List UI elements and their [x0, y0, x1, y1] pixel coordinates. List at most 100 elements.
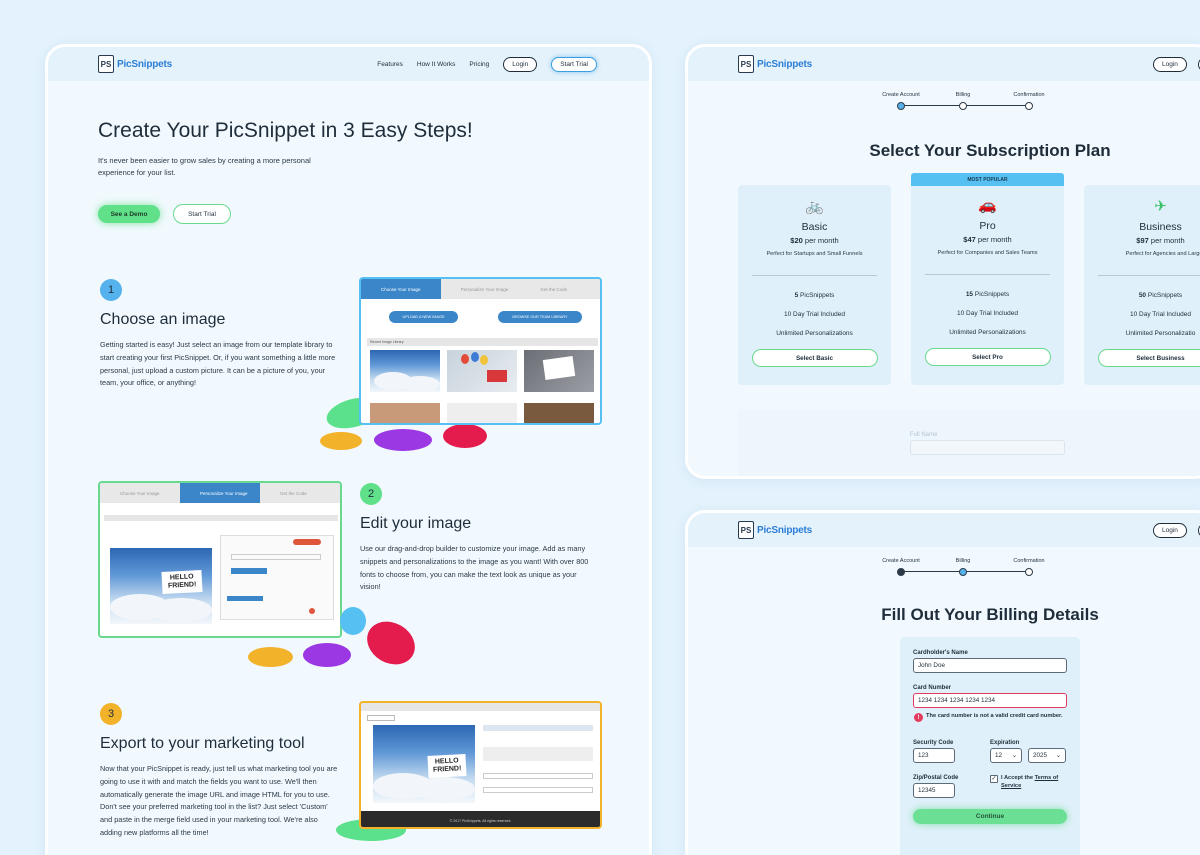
cardholder-input[interactable]: John Doe [913, 658, 1067, 673]
mock-thumb-balloons [447, 350, 517, 392]
select-basic-button[interactable]: Select Basic [751, 349, 878, 367]
screenshot-choose-image: Choose Your Image Personalize Your Image… [359, 277, 602, 425]
mock-browse-button: BROWSE OUR TEAM LIBRARY [498, 311, 582, 323]
select-business-button[interactable]: Select Business [1097, 349, 1200, 367]
login-button-2[interactable]: Login [1153, 57, 1187, 72]
step-label-account: Create Account [882, 558, 920, 564]
start-trial-button[interactable]: Start Trial [173, 204, 231, 224]
step-dot-billing [959, 568, 967, 576]
step-dot-account [897, 568, 905, 576]
security-code-input[interactable]: 123 [913, 748, 955, 763]
top-navbar-2: PS PicSnippets Login [688, 47, 1200, 81]
plan-trial: 10 Day Trial Included [1129, 311, 1192, 318]
logo-icon: PS [738, 55, 754, 73]
cardholder-label: Cardholder's Name [913, 650, 968, 656]
decor-blob-yellow-2 [248, 647, 293, 667]
progress-steps-billing: Create Account Billing Confirmation [882, 558, 1045, 576]
card-number-input[interactable]: 1234 1234 1234 1234 1234 [913, 693, 1067, 708]
security-code-label: Security Code [913, 740, 954, 746]
car-icon: 🚗 [978, 197, 997, 214]
mock-tab-personalize: Personalize Your Image [460, 286, 509, 292]
step-1-title: Choose an image [100, 311, 226, 328]
airplane-icon: ✈ [1154, 198, 1167, 215]
mock-thumb-4 [370, 403, 440, 423]
step-1-badge: 1 [100, 279, 122, 301]
mock-upload-button: UPLOAD A NEW IMAGE [389, 311, 458, 323]
mock3-canvas: HELLO FRIEND! [373, 725, 475, 803]
logo-3[interactable]: PS PicSnippets [738, 521, 812, 539]
logo[interactable]: PS PicSnippets [98, 55, 172, 73]
plan-personalizations: Unlimited Personalizatio [1125, 330, 1196, 337]
continue-button[interactable]: Continue [913, 809, 1067, 824]
step-label-billing: Billing [955, 92, 971, 98]
see-demo-button[interactable]: See a Demo [98, 205, 160, 223]
plan-price: $97 per month [1136, 236, 1185, 245]
terms-text: I Accept the Terms of Service [1001, 775, 1059, 789]
step-label-account: Create Account [882, 92, 920, 98]
full-name-input[interactable] [910, 440, 1065, 455]
plan-name: Pro [979, 220, 996, 232]
logo-icon: PS [98, 55, 114, 73]
hero-subtitle: It's never been easier to grow sales by … [98, 156, 311, 177]
card-error-message: The card number is not a valid credit ca… [926, 713, 1063, 719]
progress-steps: Create Account Billing Confirmation [882, 92, 1045, 110]
start-trial-nav-button[interactable]: Start Trial [551, 56, 597, 72]
step-3-badge: 3 [100, 703, 122, 725]
plan-snippets: 5 PicSnippets [794, 292, 835, 299]
top-navbar: PS PicSnippets Features How It Works Pri… [48, 47, 649, 81]
account-form-faded: Full Name [738, 410, 1200, 476]
nav-pricing[interactable]: Pricing [469, 61, 489, 68]
mock3-sign-text: HELLO FRIEND! [427, 754, 467, 778]
hero-title: Create Your PicSnippet in 3 Easy Steps! [98, 119, 473, 142]
mock3-footer: © 2017 PicSnippets. All rights reserved. [361, 811, 600, 827]
plan-name: Basic [801, 221, 828, 233]
subscription-title: Select Your Subscription Plan [869, 141, 1111, 160]
zip-input[interactable]: 12345 [913, 783, 955, 798]
step-dot-confirmation [1025, 568, 1033, 576]
login-button[interactable]: Login [503, 56, 538, 72]
logo-text: PicSnippets [757, 58, 813, 70]
step-2-badge: 2 [360, 483, 382, 505]
select-pro-button[interactable]: Select Pro [924, 348, 1051, 366]
mock2-sign-text: HELLO FRIEND! [161, 569, 203, 595]
step-label-confirmation: Confirmation [1013, 558, 1045, 564]
plan-price: $20 per month [790, 236, 839, 245]
logo-2[interactable]: PS PicSnippets [738, 55, 812, 73]
mock2-tab-code: Get the Code [280, 490, 307, 496]
error-icon: ! [914, 713, 923, 722]
step-2-title: Edit your image [360, 515, 472, 532]
most-popular-badge: MOST POPULAR [911, 173, 1064, 186]
step-3-body: Now that your PicSnippet is ready, just … [100, 764, 338, 837]
billing-card: PS PicSnippets Login Create Account Bill… [685, 510, 1200, 855]
mock-thumb-clouds [370, 350, 440, 392]
decor-blob-purple [374, 429, 432, 451]
billing-title: Fill Out Your Billing Details [881, 605, 1099, 624]
mock-thumb-6 [524, 403, 594, 423]
expiration-month-select[interactable]: 12 ⌄ [990, 748, 1022, 763]
plan-description: Perfect for Companies and Sales Teams [937, 250, 1038, 256]
decor-blob-red-2 [359, 613, 423, 673]
nav-features[interactable]: Features [377, 61, 403, 68]
expiration-year-select[interactable]: 2025 ⌄ [1028, 748, 1066, 763]
step-dot-account [897, 102, 905, 110]
decor-blob-purple-2 [303, 643, 351, 667]
plan-snippets: 50 PicSnippets [1138, 292, 1183, 299]
step-dot-confirmation [1025, 102, 1033, 110]
card-number-label: Card Number [913, 685, 952, 691]
terms-checkbox[interactable]: ✓ [990, 775, 998, 783]
logo-text: PicSnippets [117, 58, 173, 70]
nav-links: Features How It Works Pricing Login Star… [377, 47, 597, 81]
nav-how-it-works[interactable]: How It Works [417, 61, 456, 68]
step-2-body: Use our drag-and-drop builder to customi… [360, 544, 589, 592]
mock2-editor-panel [220, 535, 334, 620]
zip-label: Zip/Postal Code [913, 775, 959, 781]
top-navbar-3: PS PicSnippets Login [688, 513, 1200, 547]
plan-trial: 10 Day Trial Included [956, 310, 1019, 317]
login-button-3[interactable]: Login [1153, 523, 1187, 538]
plan-card-pro: MOST POPULAR 🚗 Pro $47 per month Perfect… [911, 173, 1064, 385]
chevron-down-icon: ⌄ [1011, 752, 1017, 759]
plan-snippets: 15 PicSnippets [965, 291, 1010, 298]
decor-blob-blue [340, 607, 366, 635]
mock-tab-code: Get the Code [540, 286, 568, 292]
subscription-card: PS PicSnippets Login Create Account Bill… [685, 44, 1200, 479]
